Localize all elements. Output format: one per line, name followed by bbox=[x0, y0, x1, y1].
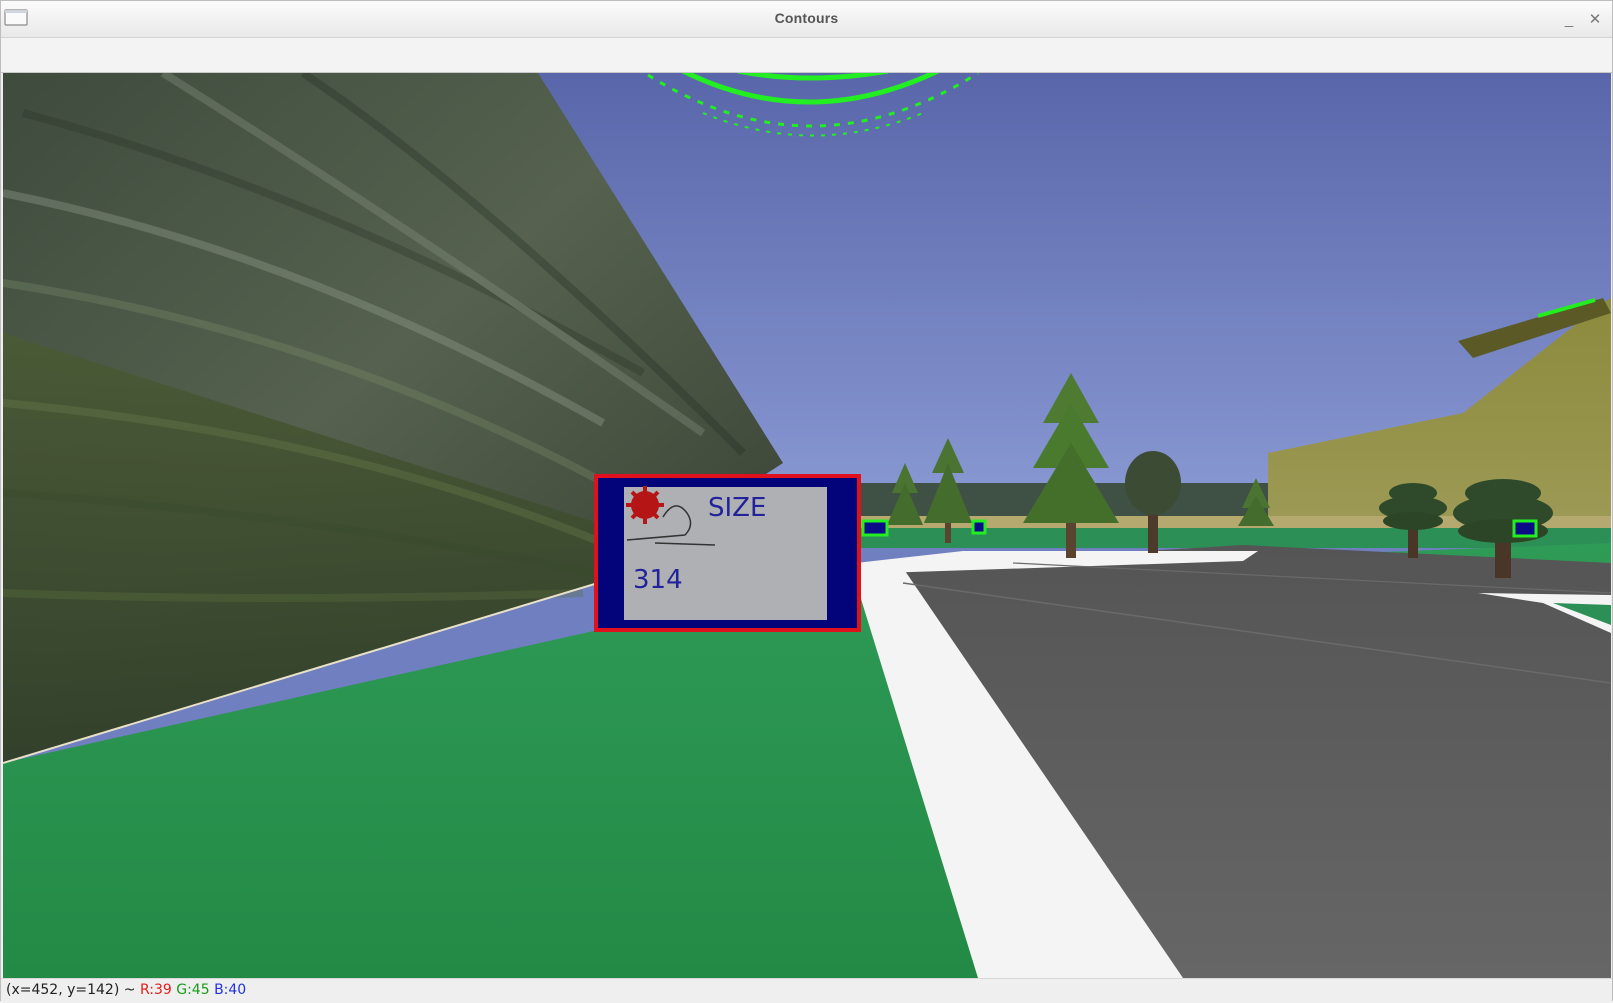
minimize-button[interactable]: _ bbox=[1558, 8, 1580, 30]
detected-contour-box bbox=[971, 519, 987, 535]
toolbar bbox=[1, 38, 1612, 73]
status-bar: (x=452, y=142) ~ R:39 G:45 B:40 bbox=[1, 978, 1612, 1003]
title-bar[interactable]: Contours _ ✕ bbox=[1, 1, 1612, 38]
close-button[interactable]: ✕ bbox=[1584, 8, 1606, 30]
pixel-green-value: G:45 bbox=[176, 982, 210, 998]
image-viewport[interactable]: SIZE 314 bbox=[3, 73, 1611, 978]
cursor-coordinates: (x=452, y=142) ~ bbox=[6, 982, 136, 998]
pixel-red-value: R:39 bbox=[139, 982, 172, 998]
speed-sign[interactable]: SIZE 314 bbox=[594, 474, 861, 632]
camera-frame: SIZE 314 bbox=[3, 73, 1611, 978]
sign-heading: SIZE bbox=[708, 493, 766, 523]
detected-contour-box bbox=[1512, 519, 1538, 538]
sign-number: 314 bbox=[633, 565, 683, 595]
pixel-blue-value: B:40 bbox=[214, 982, 247, 998]
window-title: Contours bbox=[774, 10, 839, 26]
contours-window: Contours _ ✕ SIZE 314 (x=452, y=142) ~ R… bbox=[0, 0, 1613, 1003]
detected-contour-box bbox=[861, 519, 889, 537]
